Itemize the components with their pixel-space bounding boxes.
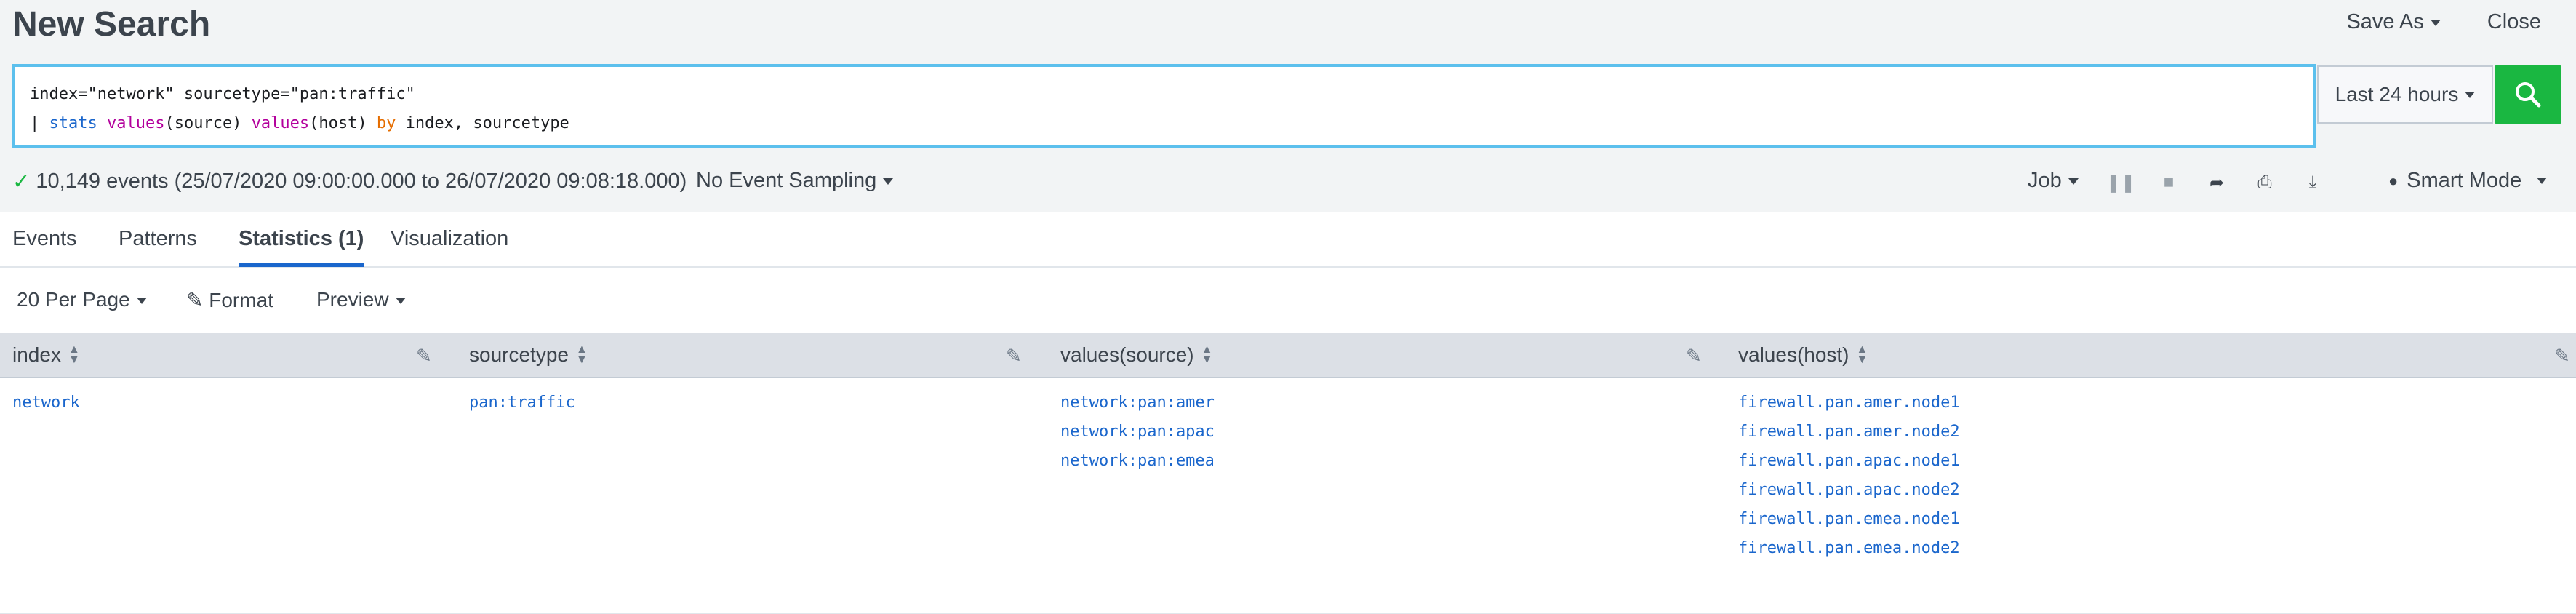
search-mode-label: Smart Mode — [2407, 169, 2522, 192]
result-tabs: Events Patterns Statistics (1) Visualiza… — [0, 214, 2576, 268]
sort-icon[interactable]: ▲ ▼ — [576, 344, 588, 366]
query-line-2: | stats values(source) values(host) by i… — [30, 114, 569, 132]
pencil-icon: ✎ — [186, 289, 204, 311]
query-line-1: index="network" sourcetype="pan:traffic" — [30, 85, 415, 103]
column-header-values-source[interactable]: values(source) ▲ ▼ — [1060, 333, 1212, 377]
list-item[interactable]: network:pan:amer — [1060, 388, 1215, 418]
time-range-label: Last 24 hours — [2335, 83, 2459, 105]
share-icon[interactable]: ➦ — [2207, 169, 2226, 196]
statistics-table: index ▲ ▼ ✎ sourcetype ▲ ▼ ✎ values(source) ▲… — [0, 333, 2576, 614]
search-mode-dropdown[interactable]: ● Smart Mode — [2388, 169, 2548, 193]
stop-icon[interactable]: ■ — [2159, 169, 2178, 196]
export-icon[interactable]: ⤓ — [2303, 169, 2322, 196]
tab-events[interactable]: Events — [12, 224, 77, 263]
job-actions: ❚❚ ■ ➦ ⎙ ⤓ — [2106, 169, 2322, 196]
list-item[interactable]: firewall.pan.apac.node1 — [1738, 447, 1960, 476]
list-item[interactable]: network:pan:apac — [1060, 418, 1215, 447]
per-page-label: 20 Per Page — [17, 288, 130, 311]
job-menu[interactable]: Job — [2028, 169, 2079, 193]
save-as-label: Save As — [2346, 10, 2424, 33]
close-button[interactable]: Close — [2487, 7, 2541, 36]
format-label: Format — [209, 289, 273, 311]
sort-icon[interactable]: ▲ ▼ — [68, 344, 80, 366]
caret-down-icon — [883, 178, 894, 185]
page-title: New Search — [12, 5, 211, 44]
list-item[interactable]: firewall.pan.emea.node1 — [1738, 505, 1960, 534]
job-label: Job — [2028, 169, 2062, 192]
cell-sourcetype[interactable]: pan:traffic — [469, 388, 575, 418]
check-icon: ✓ — [12, 170, 31, 194]
cell-values-host: firewall.pan.amer.node1 firewall.pan.ame… — [1738, 388, 1960, 563]
events-status: ✓ 10,149 events (25/07/2020 09:00:00.000… — [12, 169, 687, 194]
search-query-input[interactable]: index="network" sourcetype="pan:traffic"… — [12, 64, 2316, 148]
search-header-area: New Search Save As Close index="network"… — [0, 0, 2576, 212]
print-icon[interactable]: ⎙ — [2255, 169, 2274, 196]
list-item[interactable]: firewall.pan.emea.node2 — [1738, 534, 1960, 563]
results-toolbar: 20 Per Page ✎ Format Preview — [0, 282, 2576, 320]
edit-column-icon[interactable]: ✎ — [416, 345, 432, 367]
cell-values-source: network:pan:amer network:pan:apac networ… — [1060, 388, 1215, 476]
tab-statistics[interactable]: Statistics (1) — [239, 224, 364, 267]
events-count-text: 10,149 events (25/07/2020 09:00:00.000 t… — [36, 170, 687, 193]
format-button[interactable]: ✎ Format — [186, 288, 273, 312]
edit-column-icon[interactable]: ✎ — [2554, 345, 2570, 367]
event-sampling-dropdown[interactable]: No Event Sampling — [696, 169, 894, 193]
list-item[interactable]: firewall.pan.amer.node1 — [1738, 388, 1960, 418]
caret-down-icon — [2430, 19, 2441, 26]
pause-icon[interactable]: ❚❚ — [2106, 169, 2135, 196]
top-actions: Save As Close — [2346, 7, 2541, 36]
search-query-text: index="network" sourcetype="pan:traffic"… — [15, 67, 2313, 151]
cell-index[interactable]: network — [12, 388, 80, 418]
time-range-picker[interactable]: Last 24 hours — [2317, 65, 2493, 124]
table-header: index ▲ ▼ ✎ sourcetype ▲ ▼ ✎ values(source) ▲… — [0, 333, 2576, 378]
preview-dropdown[interactable]: Preview — [316, 288, 406, 311]
search-icon — [2516, 82, 2541, 108]
column-header-sourcetype[interactable]: sourcetype ▲ ▼ — [469, 333, 588, 377]
sort-icon[interactable]: ▲ ▼ — [1201, 344, 1213, 366]
lightbulb-icon: ● — [2388, 171, 2399, 190]
save-as-button[interactable]: Save As — [2346, 7, 2441, 36]
column-header-index[interactable]: index ▲ ▼ — [12, 333, 80, 377]
list-item[interactable]: firewall.pan.apac.node2 — [1738, 476, 1960, 505]
column-header-values-host[interactable]: values(host) ▲ ▼ — [1738, 333, 1868, 377]
caret-down-icon — [2537, 178, 2548, 184]
caret-down-icon — [2465, 91, 2476, 98]
list-item[interactable]: firewall.pan.amer.node2 — [1738, 418, 1960, 447]
tab-visualization[interactable]: Visualization — [391, 224, 508, 263]
edit-column-icon[interactable]: ✎ — [1006, 345, 1022, 367]
caret-down-icon — [2068, 178, 2079, 185]
search-button[interactable] — [2495, 65, 2561, 124]
caret-down-icon — [136, 298, 147, 305]
preview-label: Preview — [316, 288, 389, 311]
sort-icon[interactable]: ▲ ▼ — [1857, 344, 1868, 366]
caret-down-icon — [395, 298, 406, 305]
per-page-dropdown[interactable]: 20 Per Page — [17, 288, 147, 311]
event-sampling-label: No Event Sampling — [696, 169, 877, 192]
job-status-row: ✓ 10,149 events (25/07/2020 09:00:00.000… — [0, 162, 2576, 204]
tab-patterns[interactable]: Patterns — [119, 224, 197, 263]
list-item[interactable]: network:pan:emea — [1060, 447, 1215, 476]
table-row: network pan:traffic network:pan:amer net… — [0, 378, 2576, 614]
edit-column-icon[interactable]: ✎ — [1686, 345, 1702, 367]
